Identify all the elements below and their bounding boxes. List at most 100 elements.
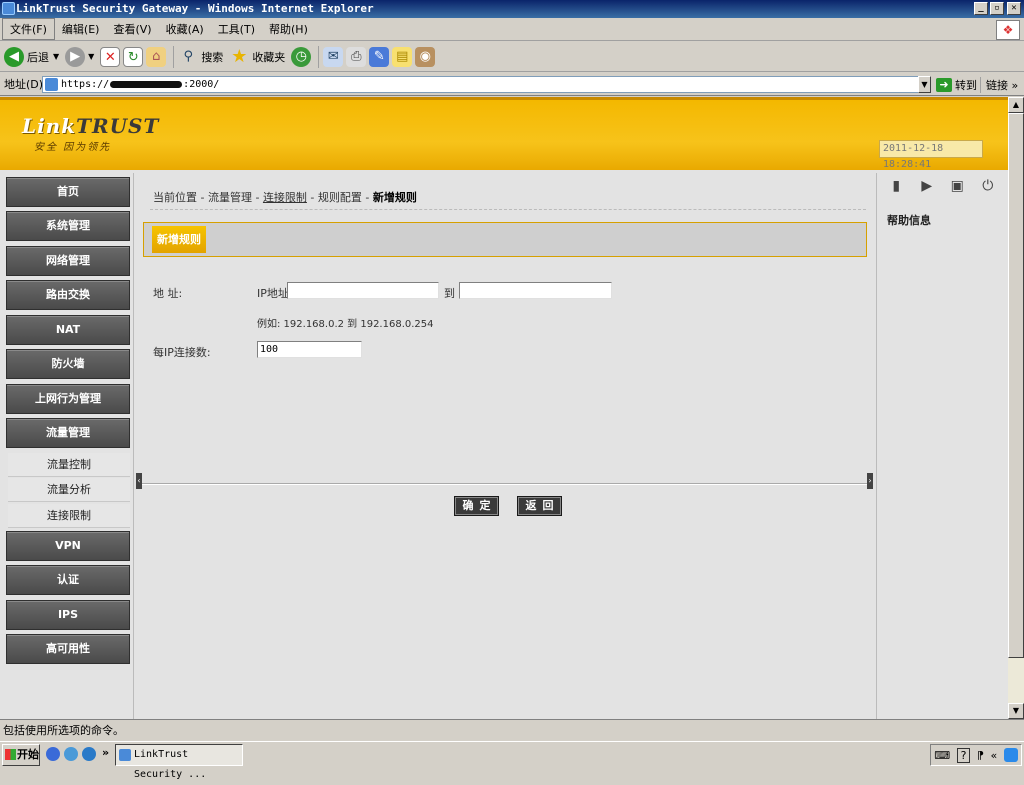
back-dropdown-icon[interactable]: ▼ (53, 52, 59, 61)
nav-system[interactable]: 系统管理 (6, 211, 130, 241)
url-suffix: :2000/ (183, 79, 220, 90)
mail-icon[interactable]: ✉ (323, 46, 344, 67)
nav-vpn[interactable]: VPN (6, 531, 130, 561)
stop-icon[interactable]: ✕ (100, 46, 121, 67)
scroll-down-icon[interactable]: ▼ (1008, 703, 1024, 719)
volume-icon[interactable] (1003, 748, 1018, 762)
main-content: 当前位置 - 流量管理 - 连接限制 - 规则配置 - 新增规则 新增规则 地 … (136, 173, 873, 719)
address-dropdown-icon[interactable]: ▼ (918, 76, 931, 93)
ie-icon (119, 749, 131, 761)
address-input[interactable]: https:// :2000/ (42, 76, 930, 93)
start-button[interactable]: 开始 (2, 744, 40, 766)
scroll-up-icon[interactable]: ▲ (1008, 97, 1024, 113)
nav-behavior[interactable]: 上网行为管理 (6, 384, 130, 414)
nav-nat[interactable]: NAT (6, 315, 130, 345)
right-panel: ▮ ▶ ▣ ⏻ 帮助信息 (876, 173, 1006, 719)
subnav-connection-limit[interactable]: 连接限制 (8, 504, 130, 528)
url-prefix: https:// (61, 79, 110, 90)
menu-view[interactable]: 查看(V) (106, 19, 158, 39)
tray-expand-icon[interactable]: « (990, 749, 997, 762)
messenger-icon[interactable]: ◉ (415, 46, 436, 67)
chevron-icon[interactable]: » (102, 746, 109, 759)
crumb-sep: - (306, 191, 318, 204)
nav-traffic[interactable]: 流量管理 (6, 418, 130, 448)
ime-icon[interactable]: ⁋ (977, 749, 984, 762)
nav-network[interactable]: 网络管理 (6, 246, 130, 276)
toolbar-separator (318, 45, 320, 68)
nav-routing[interactable]: 路由交换 (6, 280, 130, 310)
subnav-traffic-analysis[interactable]: 流量分析 (8, 478, 130, 502)
back-button[interactable]: ◀ 后退 ▼ (4, 46, 59, 67)
nav-ha[interactable]: 高可用性 (6, 634, 130, 664)
forward-dropdown-icon[interactable]: ▼ (88, 52, 94, 61)
stop-square-icon[interactable]: ▣ (949, 178, 965, 194)
nav-firewall[interactable]: 防火墙 (6, 349, 130, 379)
taskbar-window-button[interactable]: LinkTrust Security ... (115, 744, 243, 780)
forward-arrow-icon: ▶ (65, 46, 86, 67)
vertical-scrollbar[interactable]: ▲ ▼ (1008, 97, 1024, 719)
menu-tools[interactable]: 工具(T) (211, 19, 262, 39)
home-icon[interactable]: ⌂ (146, 46, 167, 67)
collapse-left-icon[interactable]: ‹ (136, 473, 142, 489)
crumb-rule-config: 规则配置 (317, 191, 362, 204)
document-icon[interactable]: ▮ (888, 178, 904, 194)
windows-logo-icon: ❖ (996, 20, 1020, 40)
collapse-right-icon[interactable]: › (867, 473, 873, 489)
redacted-host (110, 80, 183, 88)
address-bar: 地址(D) https://:2000/ ▼ ➜ 转到 链接 » (0, 73, 1024, 96)
ip-prefix-label: IP地址 (257, 287, 289, 300)
menu-help[interactable]: 帮助(H) (262, 19, 315, 39)
note-icon[interactable]: ▤ (392, 46, 413, 67)
go-button[interactable]: ➜ 转到 (936, 77, 977, 93)
crumb-connection-limit-link[interactable]: 连接限制 (263, 191, 307, 204)
linktrust-logo: LinkTRUST (22, 114, 159, 138)
ip-from-input[interactable] (287, 282, 439, 299)
to-label: 到 (444, 287, 455, 300)
search-button[interactable]: ⚲ 搜索 (178, 47, 224, 67)
search-label: 搜索 (201, 50, 224, 64)
forward-button[interactable]: ▶ ▼ (65, 46, 94, 67)
slogan: 安全 因为领先 (34, 142, 112, 153)
left-nav: 首页 系统管理 网络管理 路由交换 NAT 防火墙 上网行为管理 流量管理 流量… (0, 173, 134, 719)
ip-to-input[interactable] (459, 282, 612, 299)
scroll-thumb[interactable] (1008, 113, 1024, 658)
help-icon[interactable]: ? (956, 747, 971, 763)
go-arrow-icon: ➜ (936, 78, 952, 92)
close-button[interactable]: ✕ (1007, 2, 1021, 15)
print-icon[interactable]: ⎙ (346, 46, 367, 67)
back-button[interactable]: 返回 (517, 496, 562, 516)
nav-ips[interactable]: IPS (6, 600, 130, 630)
right-toolbar: ▮ ▶ ▣ ⏻ (877, 173, 1007, 199)
toolbar-separator (173, 45, 175, 68)
menu-edit[interactable]: 编辑(E) (55, 19, 107, 39)
links-button[interactable]: 链接 » (980, 77, 1018, 93)
favorites-button[interactable]: ★ 收藏夹 (229, 46, 285, 67)
help-title: 帮助信息 (887, 214, 931, 227)
status-text: 包括使用所选项的命令。 (3, 724, 124, 737)
address-field-label: 地 址: (153, 287, 183, 300)
menu-file[interactable]: 文件(F) (2, 18, 55, 40)
nav-home[interactable]: 首页 (6, 177, 130, 207)
ie-quicklaunch-icon[interactable] (82, 747, 96, 761)
restore-button[interactable]: ▫ (990, 2, 1004, 15)
menu-favorites[interactable]: 收藏(A) (159, 19, 211, 39)
quicklaunch-icon[interactable] (46, 747, 60, 761)
quicklaunch-icon[interactable] (64, 747, 78, 761)
history-icon[interactable]: ◷ (291, 46, 312, 67)
taskbar: 开始 » LinkTrust Security ... ⌨ ? ⁋ « (0, 741, 1024, 780)
panel-header: 新增规则 (143, 222, 867, 257)
refresh-icon[interactable]: ↻ (123, 46, 144, 67)
menu-bar: 文件(F) 编辑(E) 查看(V) 收藏(A) 工具(T) 帮助(H) (0, 18, 1024, 41)
per-ip-label: 每IP连接数: (153, 346, 211, 359)
browser-toolbar: ◀ 后退 ▼ ▶ ▼ ✕ ↻ ⌂ ⚲ 搜索 ★ 收藏夹 ◷ ✉ ⎙ ✎ ▤ ◉ (0, 42, 1024, 72)
play-icon[interactable]: ▶ (919, 178, 935, 194)
confirm-button[interactable]: 确定 (454, 496, 499, 516)
per-ip-input[interactable]: 100 (257, 341, 362, 358)
keyboard-icon[interactable]: ⌨ (934, 749, 950, 762)
nav-auth[interactable]: 认证 (6, 565, 130, 595)
subnav-traffic-control[interactable]: 流量控制 (8, 453, 130, 477)
breadcrumb-divider (150, 209, 866, 210)
minimize-button[interactable]: _ (974, 2, 988, 15)
edit-icon[interactable]: ✎ (369, 46, 390, 67)
power-icon[interactable]: ⏻ (980, 178, 996, 194)
